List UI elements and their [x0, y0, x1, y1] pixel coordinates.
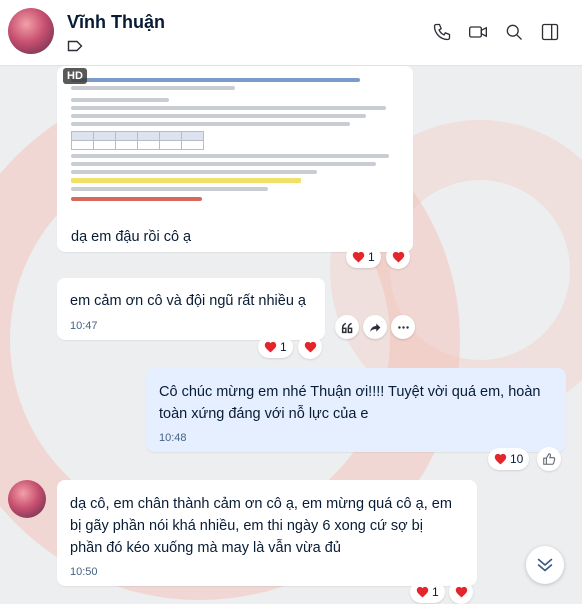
- reaction-summary[interactable]: 1: [258, 336, 293, 358]
- contact-avatar-small[interactable]: [8, 480, 46, 518]
- forward-icon: [369, 322, 380, 332]
- image-message[interactable]: HD dạ em đậu rồi cô ạ: [57, 66, 413, 252]
- heart-icon: [264, 341, 277, 353]
- reaction-summary[interactable]: 1: [410, 581, 445, 603]
- message-text: dạ em đậu rồi cô ạ: [71, 229, 192, 245]
- message-bubble[interactable]: dạ cô, em chân thành cảm ơn cô ạ, em mừn…: [57, 480, 477, 586]
- message-time: 10:48: [159, 432, 187, 444]
- react-button[interactable]: [449, 580, 473, 604]
- forward-button[interactable]: [363, 315, 387, 339]
- phone-call-button[interactable]: [430, 20, 454, 44]
- conversation-info-button[interactable]: [538, 20, 562, 44]
- message-text-line: dạ cô, em chân thành cảm ơn cô ạ, em mừn…: [70, 496, 452, 512]
- react-button[interactable]: [298, 335, 322, 359]
- message-list[interactable]: HD dạ em đậu rồi cô ạ 1 em cảm ơn cô và …: [0, 66, 582, 604]
- quote-reply-button[interactable]: [335, 315, 359, 339]
- label-tag-icon[interactable]: [67, 40, 83, 52]
- contact-name[interactable]: Vĩnh Thuận: [67, 12, 165, 33]
- more-options-button[interactable]: [391, 315, 415, 339]
- double-chevron-down-icon: [537, 558, 553, 572]
- sidebar-toggle-icon: [541, 23, 559, 41]
- message-text-line: Cô chúc mừng em nhé Thuận ơi!!!! Tuyệt v…: [159, 384, 541, 400]
- heart-icon: [304, 341, 316, 353]
- score-table: [71, 131, 204, 150]
- reaction-count: 1: [432, 585, 439, 599]
- heart-icon: [455, 586, 467, 598]
- reaction-count: 10: [510, 452, 524, 466]
- message-time: 10:50: [70, 566, 98, 578]
- scroll-to-bottom-button[interactable]: [526, 546, 564, 584]
- more-dots-icon: [397, 325, 409, 329]
- video-call-icon: [469, 26, 487, 38]
- message-time: 10:47: [70, 320, 98, 332]
- thumbs-up-icon: [543, 453, 556, 465]
- my-message-bubble[interactable]: Cô chúc mừng em nhé Thuận ơi!!!! Tuyệt v…: [146, 368, 566, 452]
- heart-icon: [392, 251, 404, 263]
- reaction-summary[interactable]: 1: [346, 246, 381, 268]
- message-text-line: toàn xứng đáng với nỗ lực của e: [159, 406, 369, 422]
- phone-icon: [433, 23, 451, 41]
- reaction-count: 1: [368, 250, 375, 264]
- result-document-image[interactable]: [57, 66, 413, 202]
- conversation-header: Vĩnh Thuận: [0, 0, 582, 66]
- like-button[interactable]: [537, 447, 561, 471]
- reaction-summary[interactable]: 10: [488, 448, 530, 470]
- message-text-line: phần đó kéo xuống mà may là vẫn vừa đủ: [70, 540, 341, 556]
- hd-badge: HD: [63, 68, 87, 84]
- message-bubble[interactable]: em cảm ơn cô và đội ngũ rất nhiều ạ 10:4…: [57, 278, 325, 340]
- reaction-count: 1: [280, 340, 287, 354]
- heart-icon: [416, 586, 429, 598]
- search-button[interactable]: [502, 20, 526, 44]
- message-text: em cảm ơn cô và đội ngũ rất nhiều ạ: [70, 293, 307, 309]
- heart-icon: [352, 251, 365, 263]
- video-call-button[interactable]: [466, 20, 490, 44]
- message-text-line: bị gãy phần nói khá nhiều, em thi ngày 6…: [70, 518, 423, 534]
- react-button[interactable]: [386, 245, 410, 269]
- quote-icon: [341, 322, 352, 333]
- contact-avatar[interactable]: [8, 8, 54, 54]
- search-icon: [506, 24, 522, 40]
- heart-icon: [494, 453, 507, 465]
